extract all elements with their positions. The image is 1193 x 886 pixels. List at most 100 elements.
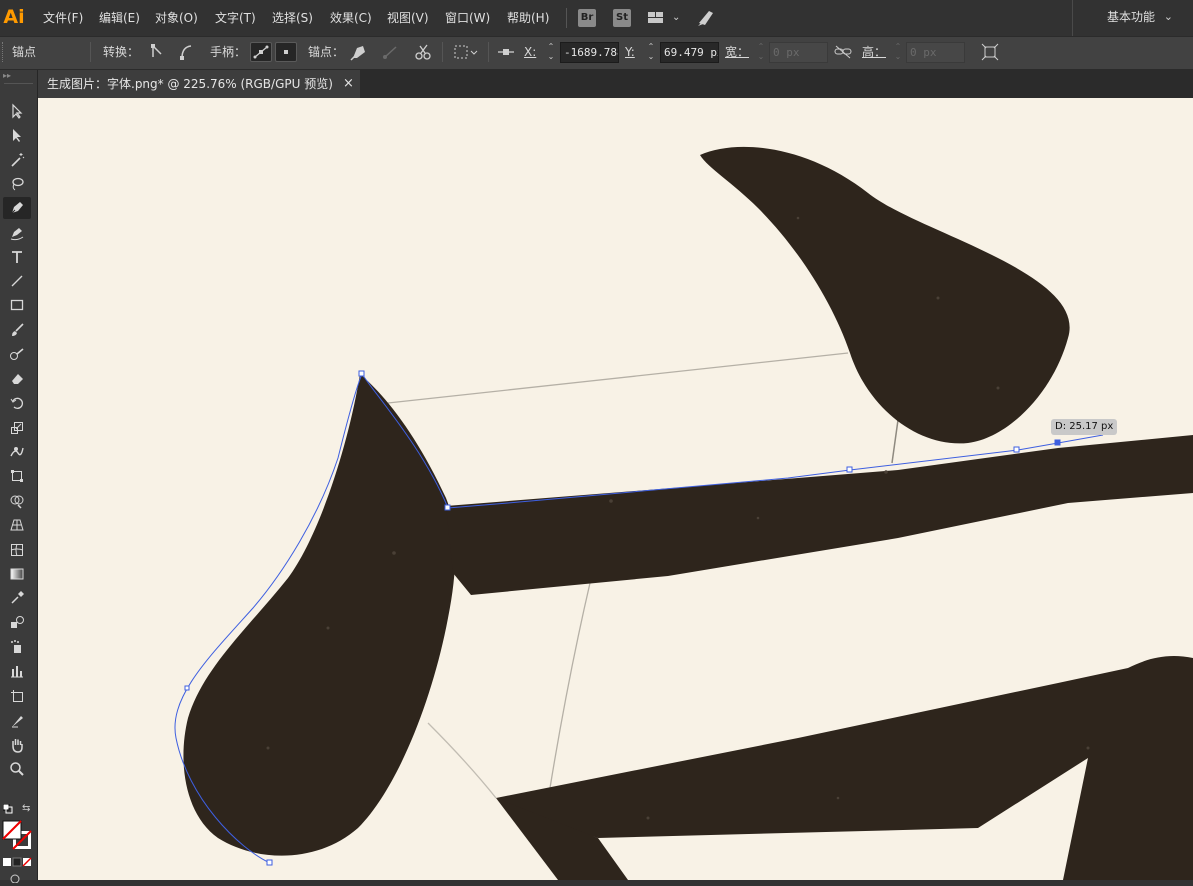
rotate-icon [9, 395, 25, 417]
cut-path-icon[interactable] [412, 42, 434, 62]
workspace-label[interactable]: 基本功能 [1107, 0, 1155, 34]
eyedropper-icon [9, 590, 25, 612]
symbol-sprayer-tool[interactable] [3, 636, 31, 658]
perspective-icon [9, 517, 25, 539]
eyedropper-tool[interactable] [3, 587, 31, 609]
mesh-tool[interactable] [3, 539, 31, 561]
y-field[interactable]: 69.479 px [660, 42, 719, 63]
color-mode-icons[interactable] [2, 856, 34, 867]
width-field[interactable]: 0 px [769, 42, 828, 63]
y-stepper[interactable]: ⌃ ⌄ [646, 42, 656, 62]
shaper-tool[interactable] [3, 343, 31, 365]
convert-to-smooth-icon[interactable] [175, 42, 197, 62]
ink-stroke-top-dot [700, 146, 1070, 444]
warp-tool[interactable] [3, 441, 31, 463]
draw-mode-icon[interactable] [9, 872, 27, 884]
hide-handles-icon[interactable] [275, 42, 297, 62]
zoom-tool[interactable] [3, 758, 31, 780]
curvature-tool[interactable] [3, 222, 31, 244]
scale-icon [9, 420, 25, 442]
anchor-point[interactable] [358, 370, 365, 377]
rotate-tool[interactable] [3, 392, 31, 414]
isolate-selection-icon[interactable] [452, 42, 480, 62]
x-label: X: [524, 45, 537, 59]
control-bar: 锚点 转换： 手柄： 锚点： X: ⌃ ⌄ -1689.788 Y: ⌃ ⌄ 69.… [0, 36, 1193, 70]
menu-select[interactable]: 选择(S) [272, 0, 313, 36]
column-graph-tool[interactable] [3, 660, 31, 682]
arrow-icon [9, 103, 25, 125]
selection-tool[interactable] [3, 100, 31, 122]
pen-tool[interactable] [3, 197, 31, 220]
swap-colors-icon[interactable]: ⇆ [22, 803, 30, 814]
link-icon[interactable] [832, 42, 854, 62]
menu-effect[interactable]: 效果(C) [330, 0, 372, 36]
height-stepper[interactable]: ⌃ ⌄ [893, 42, 903, 62]
menu-object[interactable]: 对象(O) [155, 0, 198, 36]
workspace-switcher[interactable]: 基本功能 ⌄ [1072, 0, 1193, 36]
height-field[interactable]: 0 px [906, 42, 965, 63]
free-transform-tool[interactable] [3, 465, 31, 487]
width-stepper[interactable]: ⌃ ⌄ [756, 42, 766, 62]
graph-icon [9, 663, 25, 685]
anchor-point-selected[interactable] [1054, 439, 1061, 446]
guide-stroke [549, 582, 591, 789]
control-separator [442, 42, 443, 62]
connect-anchors-icon[interactable] [380, 42, 402, 62]
artboard-canvas[interactable]: D: 25.17 px [38, 98, 1193, 880]
app-logo: Ai [3, 6, 25, 28]
menu-edit[interactable]: 编辑(E) [99, 0, 140, 36]
menu-window[interactable]: 窗口(W) [445, 0, 490, 36]
paintbrush-tool[interactable] [3, 319, 31, 341]
chevron-down-icon[interactable]: ⌄ [1164, 0, 1173, 34]
remove-anchor-icon[interactable] [348, 42, 370, 62]
line-tool[interactable] [3, 270, 31, 292]
document-tab[interactable]: 生成图片：字体.png* @ 225.76% (RGB/GPU 预览) × [38, 70, 360, 98]
document-tab-title[interactable]: 生成图片：字体.png* @ 225.76% (RGB/GPU 预览) [47, 70, 333, 98]
close-icon[interactable]: × [343, 70, 354, 98]
anchor-point[interactable] [1013, 446, 1020, 453]
hand-tool[interactable] [3, 734, 31, 756]
scale-tool[interactable] [3, 417, 31, 439]
gpu-performance-icon[interactable] [695, 7, 717, 29]
slice-tool[interactable] [3, 710, 31, 732]
convert-to-corner-icon[interactable] [146, 42, 168, 62]
zoom-icon [9, 761, 25, 783]
perspective-grid-tool[interactable] [3, 514, 31, 536]
menu-view[interactable]: 视图(V) [387, 0, 429, 36]
shape-builder-icon [9, 493, 25, 515]
show-handles-icon[interactable] [250, 42, 272, 62]
fill-stroke-swatch[interactable] [2, 820, 34, 852]
menu-help[interactable]: 帮助(H) [507, 0, 549, 36]
arrange-documents-icon[interactable] [646, 9, 666, 27]
type-tool[interactable] [3, 246, 31, 268]
anchor-point[interactable] [184, 685, 190, 691]
type-icon [9, 249, 25, 271]
x-stepper[interactable]: ⌃ ⌄ [546, 42, 556, 62]
blend-icon [9, 615, 25, 637]
bridge-button[interactable]: Br [578, 9, 596, 27]
transform-icon[interactable] [979, 42, 1001, 62]
menu-file[interactable]: 文件(F) [43, 0, 83, 36]
anchor-point[interactable] [266, 859, 273, 866]
control-bar-grip[interactable] [2, 42, 7, 62]
panel-grip-icon[interactable]: ▸▸ [0, 70, 40, 82]
align-anchor-icon[interactable] [495, 42, 517, 62]
direct-selection-tool[interactable] [3, 124, 31, 146]
artboard-tool[interactable] [3, 685, 31, 707]
chevron-down-icon[interactable]: ⌄ [672, 9, 680, 27]
menu-type[interactable]: 文字(T) [215, 0, 256, 36]
anchor-point[interactable] [444, 504, 451, 511]
blend-tool[interactable] [3, 612, 31, 634]
x-field[interactable]: -1689.788 [560, 42, 619, 63]
eraser-tool[interactable] [3, 367, 31, 389]
lasso-tool[interactable] [3, 173, 31, 195]
shape-builder-tool[interactable] [3, 490, 31, 512]
shaper-icon [9, 346, 25, 368]
anchor-point[interactable] [846, 466, 853, 473]
symbol-sprayer-icon [9, 639, 25, 661]
default-colors-icon[interactable] [2, 803, 13, 814]
magic-wand-tool[interactable] [3, 149, 31, 171]
stock-button[interactable]: St [613, 9, 631, 27]
rectangle-tool[interactable] [3, 294, 31, 316]
gradient-tool[interactable] [3, 563, 31, 585]
